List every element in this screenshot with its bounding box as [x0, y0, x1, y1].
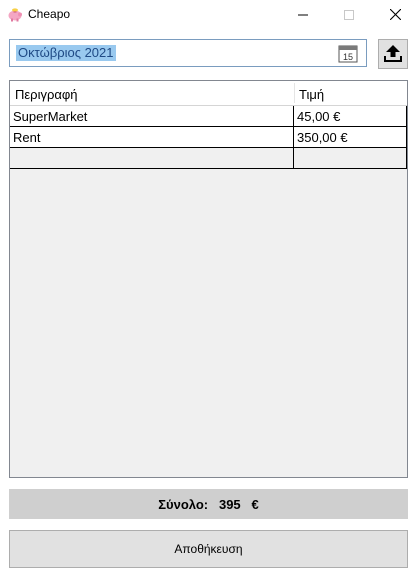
maximize-icon — [344, 8, 354, 23]
upload-button[interactable] — [378, 39, 408, 69]
price-cell[interactable]: 45,00 € — [294, 106, 407, 127]
column-divider[interactable] — [294, 83, 295, 103]
calendar-icon[interactable]: 15 — [338, 44, 358, 63]
table-row[interactable]: SuperMarket 45,00 € — [10, 106, 407, 127]
save-button[interactable]: Αποθήκευση — [9, 530, 408, 568]
upload-icon — [383, 43, 403, 66]
price-cell[interactable]: 350,00 € — [294, 127, 407, 148]
description-cell[interactable]: Rent — [10, 127, 294, 148]
title-bar: Cheapo — [0, 0, 418, 30]
piggy-bank-icon — [7, 6, 23, 22]
total-bar: Σύνολο: 395 € — [9, 489, 408, 519]
month-picker-value[interactable]: Οκτώβριος 2021 — [16, 45, 116, 61]
maximize-button[interactable] — [326, 0, 372, 30]
new-price-cell[interactable] — [294, 148, 407, 169]
new-row[interactable] — [10, 148, 407, 169]
table-header: Περιγραφή Τιμή — [10, 81, 407, 106]
expenses-table[interactable]: Περιγραφή Τιμή SuperMarket 45,00 € Rent … — [9, 80, 408, 478]
total-currency: € — [251, 496, 259, 512]
close-icon — [389, 8, 401, 23]
description-cell[interactable]: SuperMarket — [10, 106, 294, 127]
calendar-icon-day: 15 — [343, 52, 353, 62]
window-title: Cheapo — [28, 7, 71, 21]
total-label: Σύνολο: — [158, 496, 209, 512]
column-header-price[interactable]: Τιμή — [299, 81, 324, 105]
month-picker[interactable]: Οκτώβριος 2021 15 — [9, 39, 367, 67]
minimize-button[interactable] — [280, 0, 326, 30]
column-header-description[interactable]: Περιγραφή — [15, 81, 78, 105]
total-value: 395 — [218, 496, 241, 512]
minimize-icon — [298, 8, 308, 23]
new-description-cell[interactable] — [10, 148, 294, 169]
close-button[interactable] — [372, 0, 418, 30]
table-row[interactable]: Rent 350,00 € — [10, 127, 407, 148]
